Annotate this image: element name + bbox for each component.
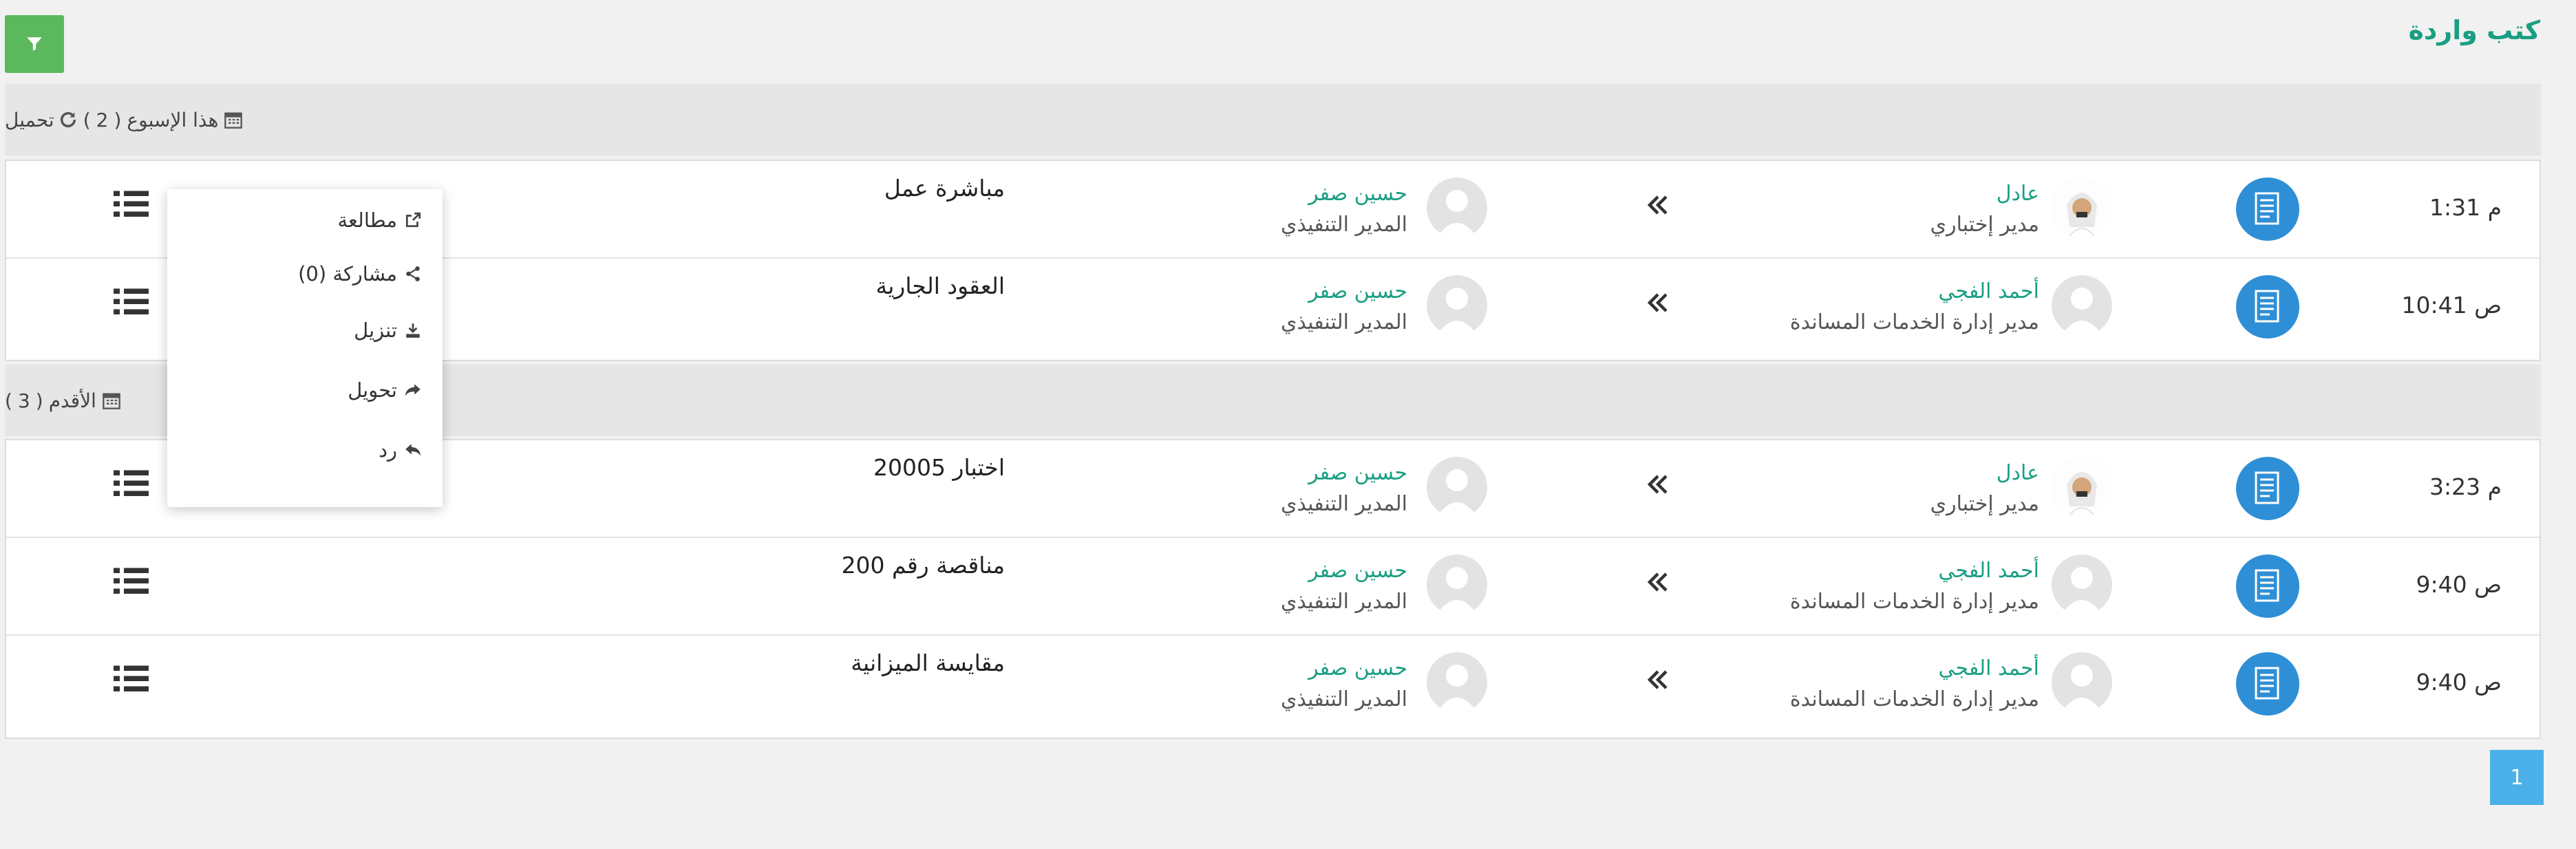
menu-item-read[interactable]: مطالعة	[337, 208, 422, 232]
receiver-avatar	[1427, 275, 1487, 336]
menu-item-forward[interactable]: تحويل	[348, 378, 422, 402]
reply-icon	[405, 444, 421, 456]
reload-label: تحميل	[5, 108, 54, 131]
sender-role: مدير إختباري	[1930, 213, 2039, 237]
list-menu-icon[interactable]	[109, 468, 151, 499]
item-actions-dropdown: مطالعة مشاركة (0) تنزيل تحويل رد	[167, 189, 443, 507]
document-icon	[2236, 275, 2299, 338]
receiver-avatar	[1427, 457, 1487, 517]
document-icon	[2236, 457, 2299, 520]
double-chevron-left-icon	[1647, 572, 1668, 592]
sender-avatar	[2052, 178, 2112, 238]
list-menu-icon[interactable]	[109, 286, 151, 318]
menu-item-label: مشاركة (0)	[298, 262, 397, 286]
refresh-icon	[60, 111, 76, 128]
document-icon	[2236, 652, 2299, 716]
group-count: 3	[17, 389, 30, 412]
double-chevron-left-icon	[1647, 293, 1668, 312]
group-label: الأقدم	[48, 389, 96, 412]
sender-role: مدير إختباري	[1930, 492, 2039, 516]
item-subject[interactable]: مباشرة عمل	[884, 175, 1005, 202]
sender-role: مدير إدارة الخدمات المساندة	[1789, 687, 2039, 711]
receiver-role: المدير التنفيذي	[1280, 310, 1407, 334]
list-item[interactable]: 9:40 ص أحمد الفجي مدير إدارة الخدمات الم…	[6, 538, 2540, 636]
menu-item-label: تحويل	[348, 378, 397, 402]
page-title: كتب واردة	[2408, 15, 2540, 45]
menu-item-download[interactable]: تنزيل	[354, 319, 422, 342]
receiver-role: المدير التنفيذي	[1280, 213, 1407, 237]
share-icon	[406, 266, 420, 281]
receiver-avatar	[1427, 652, 1487, 713]
pagination-page-button[interactable]: 1	[2490, 750, 2544, 805]
download-icon	[406, 323, 420, 338]
sender-name[interactable]: عادل	[1930, 179, 2039, 209]
sender-avatar	[2052, 275, 2112, 336]
calendar-icon	[103, 393, 120, 409]
reload-link[interactable]: تحميل	[5, 109, 78, 131]
receiver-name[interactable]: حسين صفر	[1281, 179, 1407, 209]
item-subject[interactable]: اختبار 20005	[873, 454, 1005, 481]
item-time: 9:40 ص	[2416, 669, 2502, 696]
sender-name[interactable]: أحمد الفجي	[1790, 277, 2039, 307]
item-subject[interactable]: العقود الجارية	[876, 272, 1005, 299]
menu-item-reply[interactable]: رد	[379, 438, 422, 462]
double-chevron-left-icon	[1647, 670, 1668, 689]
sender-name[interactable]: عادل	[1930, 458, 2039, 488]
sender-role: مدير إدارة الخدمات المساندة	[1789, 310, 2039, 334]
receiver-role: المدير التنفيذي	[1280, 590, 1407, 614]
item-time: 9:40 ص	[2416, 571, 2502, 598]
list-menu-icon[interactable]	[109, 566, 151, 597]
filter-icon	[27, 37, 42, 51]
menu-item-share[interactable]: مشاركة (0)	[298, 262, 422, 286]
filter-button[interactable]	[5, 15, 64, 73]
document-icon	[2236, 178, 2299, 241]
receiver-name[interactable]: حسين صفر	[1281, 556, 1407, 586]
group-count: 2	[96, 108, 109, 131]
list-item[interactable]: 9:40 ص أحمد الفجي مدير إدارة الخدمات الم…	[6, 636, 2540, 732]
sender-avatar	[2052, 457, 2112, 517]
sender-avatar	[2052, 652, 2112, 713]
item-subject[interactable]: مقايسة الميزانية	[851, 649, 1005, 676]
sender-name[interactable]: أحمد الفجي	[1790, 556, 2039, 586]
receiver-avatar	[1427, 555, 1487, 615]
list-menu-icon[interactable]	[109, 663, 151, 695]
item-time: 10:41 ص	[2401, 292, 2502, 319]
receiver-role: المدير التنفيذي	[1280, 492, 1407, 516]
item-time: 3:23 م	[2429, 473, 2502, 500]
menu-item-label: رد	[379, 438, 397, 462]
calendar-icon	[224, 112, 243, 129]
double-chevron-left-icon	[1647, 195, 1668, 215]
forward-icon	[405, 384, 421, 396]
receiver-avatar	[1427, 178, 1487, 238]
external-link-icon	[405, 212, 421, 228]
menu-item-label: تنزيل	[354, 319, 397, 342]
receiver-name[interactable]: حسين صفر	[1281, 458, 1407, 488]
receiver-role: المدير التنفيذي	[1280, 687, 1407, 711]
menu-item-label: مطالعة	[337, 208, 397, 232]
double-chevron-left-icon	[1647, 475, 1668, 494]
sender-avatar	[2052, 555, 2112, 615]
group-label: هذا الإسبوع	[127, 108, 219, 131]
document-icon	[2236, 555, 2299, 618]
receiver-name[interactable]: حسين صفر	[1281, 277, 1407, 307]
group-header-this-week: هذا الإسبوع (2) تحميل	[5, 84, 2541, 155]
list-menu-icon[interactable]	[109, 189, 151, 220]
sender-name[interactable]: أحمد الفجي	[1790, 654, 2039, 684]
receiver-name[interactable]: حسين صفر	[1281, 654, 1407, 684]
item-subject[interactable]: مناقصة رقم 200	[842, 552, 1005, 579]
item-time: 1:31 م	[2429, 194, 2502, 221]
sender-role: مدير إدارة الخدمات المساندة	[1789, 590, 2039, 614]
